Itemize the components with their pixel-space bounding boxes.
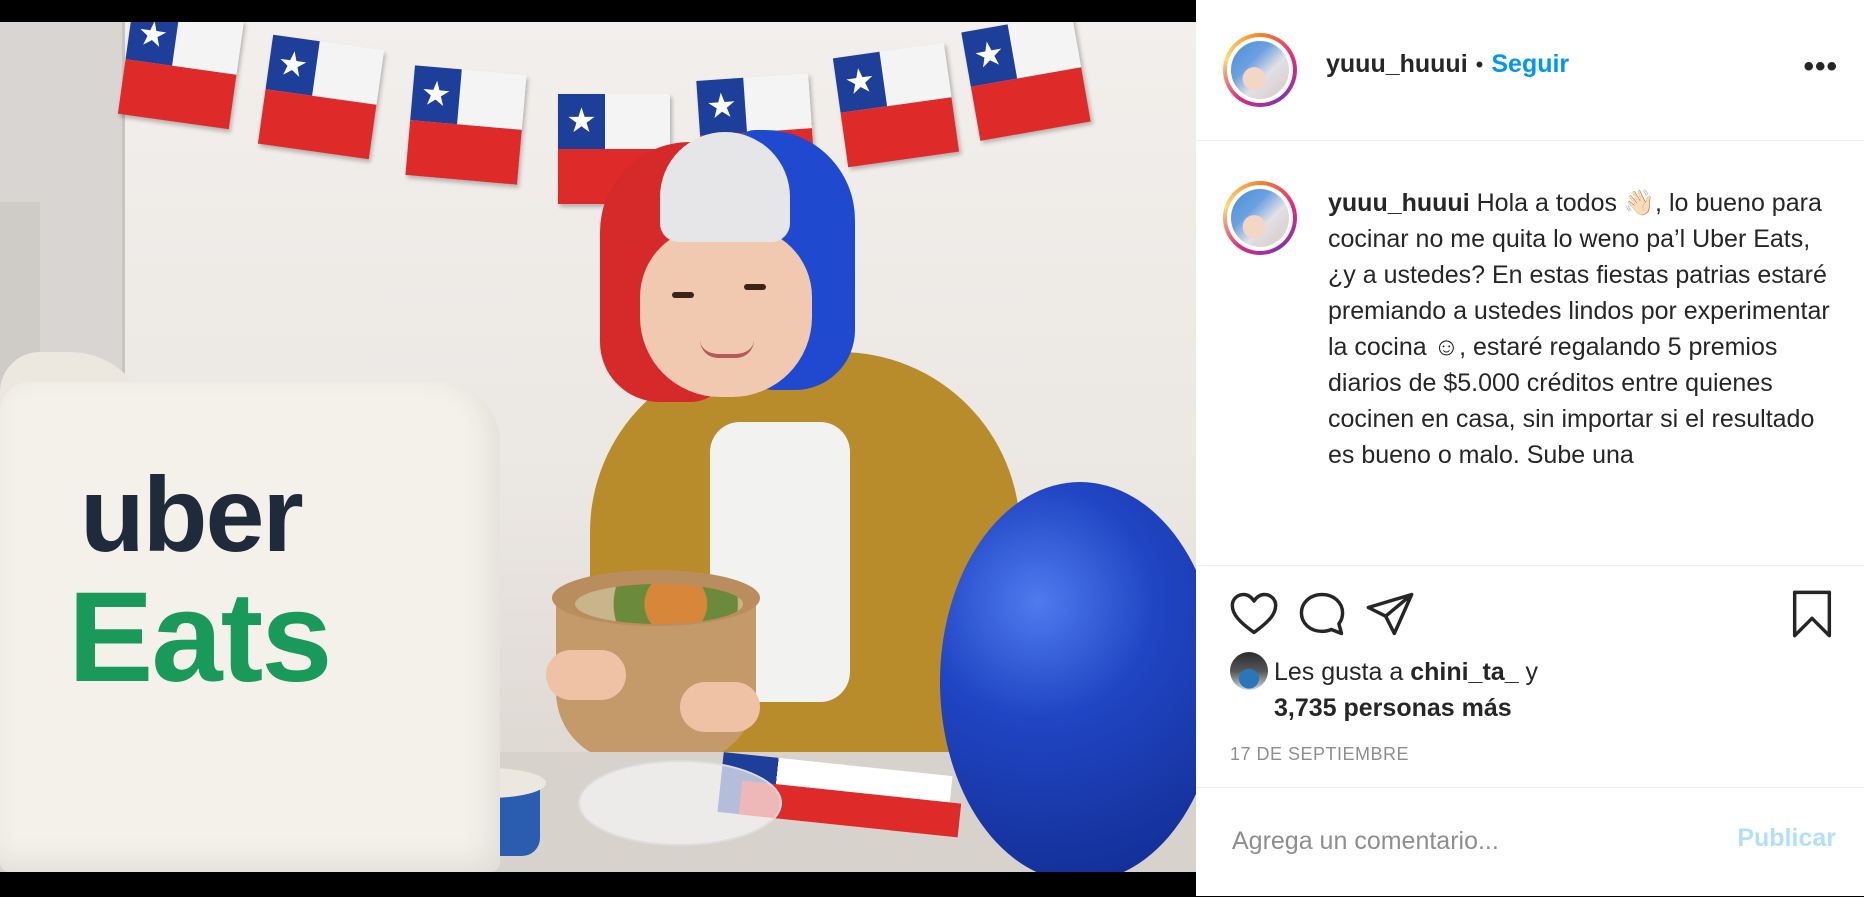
heart-icon[interactable] (1228, 588, 1280, 640)
food-contents (575, 584, 743, 624)
post-header: yuuu_huuui • Seguir ••• (1196, 0, 1864, 141)
likes-text: Les gusta a chini_ta_ y 3,735 personas m… (1274, 654, 1538, 726)
publish-button[interactable]: Publicar (1737, 824, 1836, 853)
chile-flag-7: ★ (961, 22, 1091, 141)
chile-flag-2: ★ (257, 34, 385, 160)
post-date[interactable]: 17 DE SEPTIEMBRE (1230, 744, 1409, 765)
caption-body: Hola a todos 👋🏻, lo bueno para cocinar n… (1328, 189, 1830, 469)
comment-bar: Publicar (1196, 787, 1864, 897)
comment-icon[interactable] (1296, 588, 1348, 640)
caption-text-block: yuuu_huuui Hola a todos 👋🏻, lo bueno par… (1328, 185, 1833, 473)
person-face (640, 227, 812, 397)
action-bar (1196, 566, 1864, 638)
comment-input[interactable] (1230, 820, 1694, 862)
caption-avatar[interactable] (1223, 181, 1297, 255)
header-username[interactable]: yuuu_huuui (1326, 50, 1468, 78)
hand-right (680, 682, 760, 732)
chile-flag-3: ★ (405, 65, 527, 185)
likes-prefix: Les gusta a (1274, 658, 1404, 686)
header-avatar[interactable] (1223, 33, 1297, 107)
plastic-lid (578, 760, 782, 846)
hand-left (546, 650, 626, 700)
post-side-panel: yuuu_huuui • Seguir ••• yuuu_huuui Hola a … (1196, 0, 1864, 896)
liker-avatar[interactable] (1230, 652, 1268, 690)
caption-scroll-area[interactable]: yuuu_huuui Hola a todos 👋🏻, lo bueno par… (1196, 141, 1864, 566)
post-photo[interactable]: ★ ★ ★ ★ ★ ★ ★ Uber Eats (0, 22, 1196, 872)
bag-uber-text: Uber (80, 456, 304, 574)
liker-username[interactable]: chini_ta_ (1410, 658, 1518, 686)
header-user-row: yuuu_huuui • Seguir (1326, 50, 1569, 79)
chile-flag-1: ★ (117, 22, 245, 130)
share-icon[interactable] (1364, 588, 1416, 640)
caption-username[interactable]: yuuu_huuui (1328, 189, 1470, 217)
person-eye-right (744, 284, 766, 290)
chile-flag-6: ★ (832, 42, 960, 168)
header-separator: • (1475, 52, 1484, 77)
more-options-icon[interactable]: ••• (1803, 52, 1838, 82)
likes-connector: y (1525, 658, 1539, 686)
person-eye-left (672, 292, 694, 298)
likes-count[interactable]: 3,735 personas más (1274, 694, 1512, 722)
bag-eats-text: Eats (68, 566, 332, 709)
bookmark-icon[interactable] (1786, 588, 1838, 640)
follow-button[interactable]: Seguir (1491, 50, 1569, 78)
